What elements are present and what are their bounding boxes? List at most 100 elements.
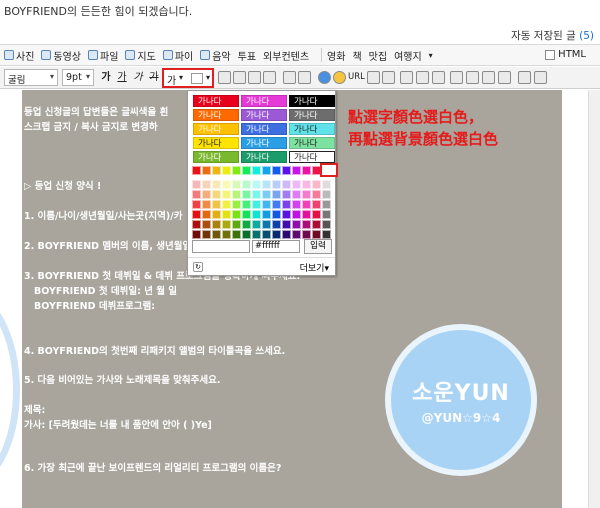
palette-color-cell[interactable] xyxy=(242,180,251,189)
image-box-icon[interactable] xyxy=(416,71,429,84)
palette-color-cell[interactable] xyxy=(202,220,211,229)
palette-color-cell[interactable] xyxy=(232,190,241,199)
palette-color-cell[interactable] xyxy=(302,190,311,199)
text-color-sample[interactable]: 가나다 xyxy=(193,137,239,149)
palette-color-cell[interactable] xyxy=(192,190,201,199)
palette-color-cell[interactable] xyxy=(192,200,201,209)
palette-color-cell[interactable] xyxy=(322,230,331,239)
autosave-status[interactable]: 자동 저장된 글 (5) xyxy=(511,28,594,43)
text-color-sample[interactable]: 가나다 xyxy=(193,123,239,135)
palette-color-cell[interactable] xyxy=(192,210,201,219)
palette-color-cell[interactable] xyxy=(232,220,241,229)
palette-color-cell[interactable] xyxy=(292,166,301,175)
palette-color-cell[interactable] xyxy=(272,190,281,199)
palette-color-cell[interactable] xyxy=(262,180,271,189)
palette-color-cell[interactable] xyxy=(292,220,301,229)
palette-color-cell[interactable] xyxy=(272,220,281,229)
palette-color-cell[interactable] xyxy=(312,230,321,239)
emoticon-icon[interactable] xyxy=(333,71,346,84)
insert-map-button[interactable]: 지도 xyxy=(125,48,156,63)
insert-table-button[interactable]: 파이 xyxy=(162,48,193,63)
insert-music-button[interactable]: 음악 xyxy=(200,48,231,63)
palette-color-cell[interactable] xyxy=(282,220,291,229)
palette-color-cell[interactable] xyxy=(212,220,221,229)
save-icon[interactable] xyxy=(498,71,511,84)
text-color-sample[interactable]: 가나다 xyxy=(289,123,335,135)
palette-color-cell[interactable] xyxy=(282,200,291,209)
palette-color-cell[interactable] xyxy=(252,230,261,239)
palette-color-cell[interactable] xyxy=(252,180,261,189)
palette-color-cell[interactable] xyxy=(222,230,231,239)
more-insert-dropdown[interactable]: ▾ xyxy=(429,51,433,60)
palette-color-cell[interactable] xyxy=(252,210,261,219)
palette-color-cell[interactable] xyxy=(262,230,271,239)
insert-restaurant-button[interactable]: 맛집 xyxy=(369,48,387,63)
palette-color-cell[interactable] xyxy=(302,210,311,219)
palette-color-cell[interactable] xyxy=(232,200,241,209)
palette-color-cell[interactable] xyxy=(252,166,261,175)
palette-color-cell[interactable] xyxy=(272,210,281,219)
palette-color-cell[interactable] xyxy=(242,220,251,229)
special-char-icon[interactable] xyxy=(367,71,380,84)
palette-color-cell[interactable] xyxy=(312,190,321,199)
palette-color-cell[interactable] xyxy=(282,166,291,175)
text-color-sample[interactable]: 가나다 xyxy=(193,95,239,107)
palette-color-cell[interactable] xyxy=(272,230,281,239)
insert-poll-button[interactable]: 투표 xyxy=(238,48,256,63)
palette-color-cell[interactable] xyxy=(312,210,321,219)
palette-color-cell[interactable] xyxy=(292,230,301,239)
palette-color-cell[interactable] xyxy=(202,210,211,219)
palette-color-cell[interactable] xyxy=(232,166,241,175)
palette-color-cell[interactable] xyxy=(192,166,201,175)
text-color-sample[interactable]: 가나다 xyxy=(289,151,335,163)
text-color-sample[interactable]: 가나다 xyxy=(289,109,335,121)
text-color-sample[interactable]: 가나다 xyxy=(241,151,287,163)
text-color-sample[interactable]: 가나다 xyxy=(289,137,335,149)
palette-color-cell[interactable] xyxy=(202,180,211,189)
divider-line-icon[interactable] xyxy=(466,71,479,84)
html-checkbox[interactable] xyxy=(545,49,556,60)
palette-color-cell[interactable] xyxy=(242,166,251,175)
palette-color-cell[interactable] xyxy=(292,180,301,189)
text-color-button[interactable]: 가 ▾ ▾ xyxy=(162,68,214,88)
palette-color-cell[interactable] xyxy=(222,220,231,229)
palette-color-cell[interactable] xyxy=(272,180,281,189)
palette-color-cell[interactable] xyxy=(212,180,221,189)
editor-scrollbar[interactable] xyxy=(588,90,600,508)
text-color-sample[interactable]: 가나다 xyxy=(193,109,239,121)
palette-color-cell[interactable] xyxy=(222,210,231,219)
align-center-icon[interactable] xyxy=(233,71,246,84)
palette-color-cell[interactable] xyxy=(282,230,291,239)
palette-color-cell[interactable] xyxy=(252,200,261,209)
palette-color-cell[interactable] xyxy=(282,180,291,189)
text-color-sample[interactable]: 가나다 xyxy=(289,95,335,107)
undo-icon[interactable] xyxy=(518,71,531,84)
palette-color-cell[interactable] xyxy=(302,180,311,189)
palette-color-cell[interactable] xyxy=(322,190,331,199)
hex-color-input[interactable]: #ffffff xyxy=(252,240,300,253)
palette-color-cell[interactable] xyxy=(272,200,281,209)
palette-color-cell[interactable] xyxy=(322,180,331,189)
more-colors-button[interactable]: 더보기▾ xyxy=(300,261,329,274)
palette-color-cell[interactable] xyxy=(302,230,311,239)
palette-color-cell[interactable] xyxy=(262,220,271,229)
layout-icon[interactable] xyxy=(432,71,445,84)
palette-color-cell[interactable] xyxy=(302,200,311,209)
palette-color-cell[interactable] xyxy=(212,210,221,219)
underline-button[interactable]: 가 xyxy=(114,69,130,86)
palette-color-cell[interactable] xyxy=(242,190,251,199)
insert-movie-button[interactable]: 영화 xyxy=(327,48,345,63)
outdent-icon[interactable] xyxy=(298,71,311,84)
align-right-icon[interactable] xyxy=(248,71,261,84)
insert-video-button[interactable]: 동영상 xyxy=(41,48,81,63)
palette-color-cell[interactable] xyxy=(262,200,271,209)
palette-color-cell[interactable] xyxy=(292,210,301,219)
palette-color-cell[interactable] xyxy=(212,200,221,209)
insert-file-button[interactable]: 파일 xyxy=(88,48,118,63)
align-left-icon[interactable] xyxy=(218,71,231,84)
palette-color-cell[interactable] xyxy=(262,190,271,199)
align-justify-icon[interactable] xyxy=(263,71,276,84)
palette-color-cell[interactable] xyxy=(312,180,321,189)
palette-color-cell[interactable] xyxy=(232,180,241,189)
palette-color-cell[interactable] xyxy=(282,210,291,219)
